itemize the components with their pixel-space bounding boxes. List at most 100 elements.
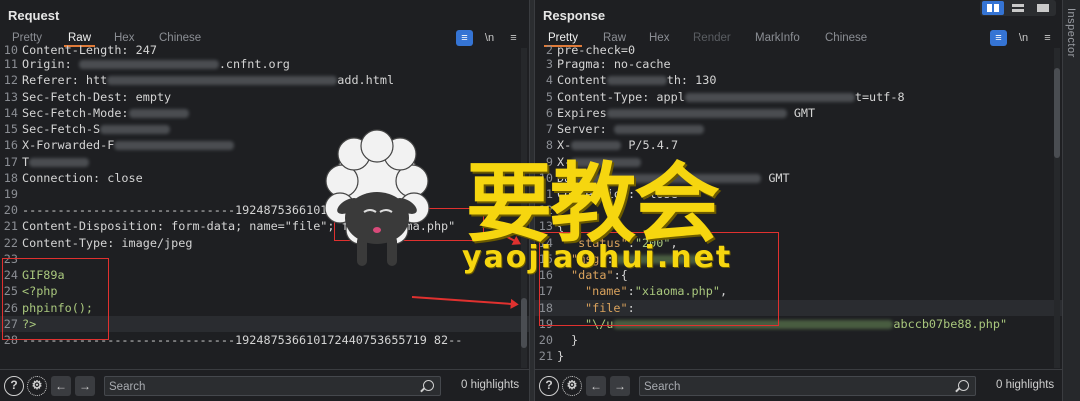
line-text: Sec-Fetch-Dest: empty <box>22 90 172 104</box>
line-text: Expires GMT <box>557 105 815 121</box>
line-number: 22 <box>3 236 18 250</box>
code-line: 21} <box>535 348 1062 364</box>
rows-icon-bottom <box>1012 9 1024 12</box>
response-highlights-count: 0 highlights <box>996 379 1055 391</box>
single-pane-icon <box>1037 4 1049 12</box>
line-text: Referer: htt add.html <box>22 72 394 88</box>
line-text-tail: th: 130 <box>666 73 717 87</box>
line-text-head: T <box>22 155 30 169</box>
inspector-label[interactable]: Inspector <box>1065 8 1077 58</box>
redacted-blur <box>29 158 90 167</box>
line-number: 20 <box>3 203 18 217</box>
line-number: 16 <box>3 138 18 152</box>
response-scrollbar[interactable] <box>1054 48 1060 368</box>
line-text: Origin: .cnfnt.org <box>22 56 290 72</box>
previous-match-button[interactable]: ← <box>586 376 606 396</box>
line-text-head: Content-Type: appl <box>557 90 685 104</box>
code-line: 5 Content-Type: appl t=utf-8 <box>535 89 1062 105</box>
code-line: 14 Sec-Fetch-Mode: <box>0 105 529 121</box>
line-text: Sec-Fetch-S <box>22 121 171 137</box>
line-text-head: Referer: htt <box>22 73 108 87</box>
line-text: X-Forwarded-F <box>22 137 235 153</box>
line-number: 21 <box>3 219 18 233</box>
settings-gear-icon[interactable]: ⚙ <box>27 376 47 396</box>
line-number: 20 <box>538 333 553 347</box>
request-title: Request <box>8 8 60 23</box>
line-text-tail: add.html <box>337 73 395 87</box>
line-number: 13 <box>3 90 18 104</box>
line-text-head: Sec-Fetch-Mode: <box>22 106 129 120</box>
line-text-tail: .cnfnt.org <box>218 57 290 71</box>
line-number: 14 <box>3 106 18 120</box>
response-title: Response <box>543 8 606 23</box>
settings-gear-icon[interactable]: ⚙ <box>562 376 582 396</box>
line-text: } <box>571 333 579 347</box>
line-number: 19 <box>3 187 18 201</box>
code-line: 20} <box>535 332 1062 348</box>
next-match-button[interactable]: → <box>610 376 630 396</box>
response-search-box[interactable] <box>639 376 976 396</box>
redacted-blur <box>606 76 667 85</box>
redacted-blur <box>100 125 171 134</box>
line-text: Content th: 130 <box>557 72 716 88</box>
code-line: 3 Pragma: no-cache <box>535 56 1062 72</box>
code-line: 6 Expires GMT <box>535 105 1062 121</box>
line-text: } <box>557 349 565 363</box>
code-line: 11 Origin: .cnfnt.org <box>0 56 529 72</box>
layout-stacked-button[interactable] <box>1007 1 1029 15</box>
line-text-tail: abccb07be88.php" <box>893 317 1008 331</box>
line-number: 4 <box>545 73 553 87</box>
line-number: 3 <box>545 57 553 71</box>
response-footer: ? ⚙ ← → 0 highlights <box>535 369 1062 401</box>
help-icon[interactable]: ? <box>539 376 559 396</box>
line-text-head: X-Forwarded-F <box>22 138 115 152</box>
layout-tabs-button[interactable] <box>1032 1 1054 15</box>
scrollbar-thumb[interactable] <box>521 298 527 348</box>
line-text: Connection: close <box>22 171 143 185</box>
rows-icon <box>1012 4 1024 7</box>
layout-toggle-group <box>980 0 1056 16</box>
next-match-button[interactable]: → <box>75 376 95 396</box>
search-icon[interactable] <box>423 380 434 391</box>
layout-side-by-side-button[interactable] <box>982 1 1004 15</box>
request-footer: ? ⚙ ← → 0 highlights <box>0 369 529 401</box>
redacted-blur <box>107 76 338 85</box>
columns-icon-right <box>994 4 999 12</box>
code-line: 13 Sec-Fetch-Dest: empty <box>0 89 529 105</box>
line-text-head: Sec-Fetch-S <box>22 122 101 136</box>
line-number: 15 <box>3 122 18 136</box>
line-text-tail: t=utf-8 <box>854 90 905 104</box>
line-number: 17 <box>3 155 18 169</box>
line-text: Sec-Fetch-Mode: <box>22 105 189 121</box>
line-text: Content-Type: image/jpeg <box>22 236 193 250</box>
line-number: 5 <box>545 90 553 104</box>
previous-match-button[interactable]: ← <box>51 376 71 396</box>
inspector-side-rail[interactable]: Inspector <box>1062 0 1080 401</box>
watermark-url: yaojiaohui.net <box>462 240 733 275</box>
code-line: 12 Referer: htt add.html <box>0 72 529 88</box>
line-number: 18 <box>3 171 18 185</box>
request-search-box[interactable] <box>104 376 441 396</box>
code-line: 4 Content th: 130 <box>535 72 1062 88</box>
line-number: 21 <box>538 349 553 363</box>
redacted-blur <box>606 109 787 118</box>
line-text-tail: GMT <box>768 171 790 185</box>
sheep-logo-watermark <box>324 129 430 266</box>
line-text-head: Origin: <box>22 57 79 71</box>
line-text-head: Expires <box>557 106 607 120</box>
redacted-blur <box>128 109 189 118</box>
line-number: 6 <box>545 106 553 120</box>
scrollbar-thumb[interactable] <box>1054 68 1060 158</box>
columns-icon <box>987 4 992 12</box>
search-icon[interactable] <box>958 380 969 391</box>
line-text-tail: GMT <box>793 106 816 120</box>
help-icon[interactable]: ? <box>4 376 24 396</box>
request-search-input[interactable] <box>109 379 394 394</box>
line-text-head: Content <box>557 73 607 87</box>
line-number: 11 <box>3 57 18 71</box>
line-number: 12 <box>3 73 18 87</box>
redacted-blur <box>78 60 219 69</box>
response-search-input[interactable] <box>644 379 929 394</box>
redacted-blur <box>684 93 855 102</box>
annotation-box-payload <box>2 258 109 340</box>
